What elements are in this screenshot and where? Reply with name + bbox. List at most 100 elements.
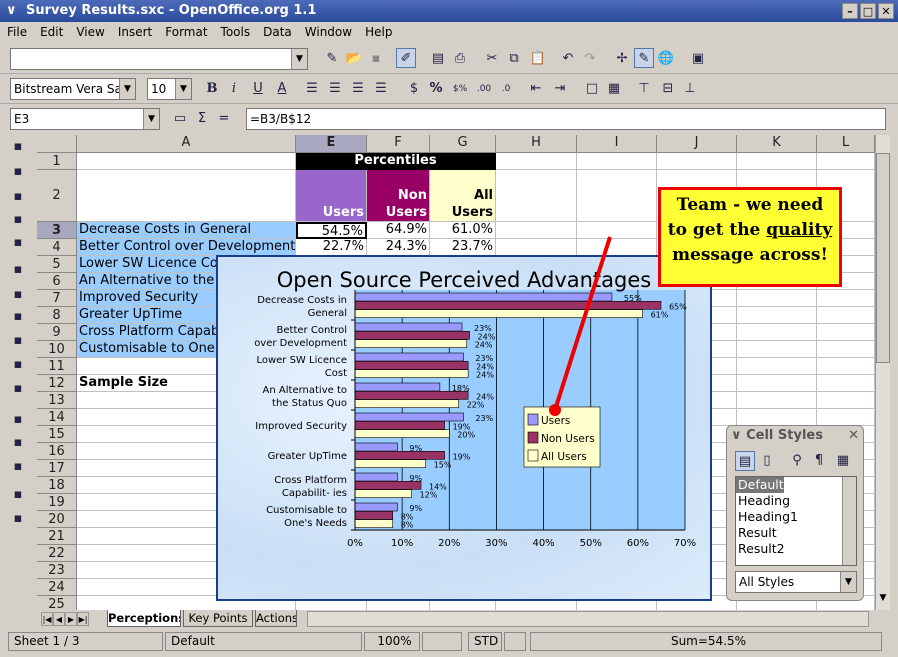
row-header[interactable]: 19 xyxy=(37,494,77,511)
export-pdf-icon[interactable]: ▤ xyxy=(428,49,448,69)
standard-format-icon[interactable]: $% xyxy=(450,79,470,99)
percent-icon[interactable]: % xyxy=(426,79,446,99)
cell[interactable] xyxy=(737,409,817,426)
row-header[interactable]: 1 xyxy=(37,153,77,170)
cell[interactable] xyxy=(577,153,657,170)
style-item[interactable]: Heading1 xyxy=(736,509,856,525)
row-header[interactable]: 3 xyxy=(37,222,77,239)
bar[interactable] xyxy=(354,421,445,430)
chevron-down-icon[interactable]: ▼ xyxy=(119,79,135,99)
percentiles-header[interactable]: Percentiles xyxy=(296,153,496,170)
bar[interactable] xyxy=(354,369,469,378)
chevron-down-icon[interactable]: ▼ xyxy=(291,49,307,69)
open-icon[interactable]: 📂 xyxy=(344,49,364,69)
add-decimal-icon[interactable]: .00 xyxy=(474,79,494,99)
chevron-down-icon[interactable]: ▼ xyxy=(175,79,191,99)
function-button[interactable]: = xyxy=(214,109,234,129)
maximize-button[interactable]: □ xyxy=(860,3,876,19)
menu-item[interactable]: Insert xyxy=(118,25,152,39)
bar[interactable] xyxy=(354,429,450,438)
column-header-F[interactable]: F xyxy=(367,135,430,153)
bar[interactable] xyxy=(354,352,464,362)
cell-styles-icon[interactable]: ▤ xyxy=(735,451,755,471)
cell[interactable] xyxy=(737,290,817,307)
cell[interactable] xyxy=(817,409,875,426)
cell[interactable] xyxy=(496,170,577,222)
bar[interactable] xyxy=(354,391,469,400)
spellcheck-icon[interactable]: ▪ xyxy=(8,307,28,327)
prev-sheet-button[interactable]: ◀ xyxy=(53,612,65,626)
align-bottom-icon[interactable]: ⊥ xyxy=(680,79,700,99)
row-header[interactable]: 11 xyxy=(37,358,77,375)
row-header[interactable]: 2 xyxy=(37,170,77,222)
style-item[interactable]: Result xyxy=(736,525,856,541)
update-style-icon[interactable]: ▦ xyxy=(833,451,853,471)
row-header[interactable]: 8 xyxy=(37,307,77,324)
align-right-icon[interactable]: ☰ xyxy=(348,79,368,99)
fill-format-icon[interactable]: ⚲ xyxy=(787,451,807,471)
row-header[interactable]: 24 xyxy=(37,579,77,596)
row-header[interactable]: 16 xyxy=(37,443,77,460)
bar[interactable] xyxy=(354,472,398,482)
row-header[interactable]: 15 xyxy=(37,426,77,443)
sort-descending-icon[interactable]: ▪ xyxy=(8,457,28,477)
ungroup-icon[interactable]: ▪ xyxy=(8,509,28,529)
menu-item[interactable]: Window xyxy=(305,25,352,39)
bar[interactable] xyxy=(354,361,469,370)
cell[interactable] xyxy=(737,307,817,324)
style-item[interactable]: Heading xyxy=(736,493,856,509)
bar[interactable] xyxy=(354,519,394,528)
menu-item[interactable]: Data xyxy=(263,25,292,39)
row-header[interactable]: 13 xyxy=(37,392,77,409)
cell[interactable] xyxy=(817,307,875,324)
sheet-tab[interactable]: Perceptions xyxy=(107,610,181,627)
insert-field-icon[interactable]: ▪ xyxy=(8,233,28,253)
row-header[interactable]: 10 xyxy=(37,341,77,358)
group-icon[interactable]: ▪ xyxy=(8,485,28,505)
bar[interactable] xyxy=(354,412,464,422)
bar[interactable] xyxy=(354,481,422,490)
copy-icon[interactable]: ⧉ xyxy=(504,49,524,69)
underline-button[interactable]: U xyxy=(248,79,268,99)
cell[interactable] xyxy=(817,341,875,358)
cell[interactable]: Decrease Costs in General xyxy=(77,222,296,239)
bar[interactable] xyxy=(354,451,445,460)
row-header[interactable]: 25 xyxy=(37,596,77,610)
edit-icon[interactable]: ▪ xyxy=(8,210,28,230)
cell[interactable]: Users xyxy=(296,170,367,222)
borders-icon[interactable]: □ xyxy=(582,79,602,99)
currency-icon[interactable]: $ xyxy=(404,79,424,99)
background-color-icon[interactable]: ▦ xyxy=(604,79,624,99)
cell[interactable] xyxy=(737,153,817,170)
row-header[interactable]: 14 xyxy=(37,409,77,426)
collapse-icon[interactable]: ∨ xyxy=(731,428,746,443)
row-header[interactable]: 17 xyxy=(37,460,77,477)
cell[interactable] xyxy=(817,153,875,170)
style-item[interactable]: Default xyxy=(736,477,784,493)
zoom-level[interactable]: 100% xyxy=(364,632,420,651)
cell[interactable] xyxy=(657,153,737,170)
menu-item[interactable]: Format xyxy=(165,25,207,39)
cell[interactable] xyxy=(817,324,875,341)
cell[interactable] xyxy=(817,392,875,409)
sort-ascending-icon[interactable]: ▪ xyxy=(8,433,28,453)
bar[interactable] xyxy=(354,459,427,468)
column-header-L[interactable]: L xyxy=(817,135,875,153)
cell[interactable] xyxy=(817,375,875,392)
cell[interactable] xyxy=(817,290,875,307)
row-header[interactable]: 18 xyxy=(37,477,77,494)
cell[interactable] xyxy=(737,341,817,358)
style-item[interactable]: Result2 xyxy=(736,541,856,557)
cell[interactable]: All Users xyxy=(430,170,496,222)
url-input[interactable]: ▼ xyxy=(10,48,308,70)
name-box[interactable]: E3 ▼ xyxy=(10,108,160,130)
cell[interactable]: 24.3% xyxy=(367,239,430,256)
bar[interactable] xyxy=(354,511,394,520)
column-header-H[interactable]: H xyxy=(496,135,577,153)
row-header[interactable]: 4 xyxy=(37,239,77,256)
justify-icon[interactable]: ☰ xyxy=(371,79,391,99)
navigator-icon[interactable]: ▪ xyxy=(8,285,28,305)
cell[interactable]: Non Users xyxy=(367,170,430,222)
new-style-icon[interactable]: ¶ xyxy=(809,451,829,471)
cell[interactable] xyxy=(496,153,577,170)
